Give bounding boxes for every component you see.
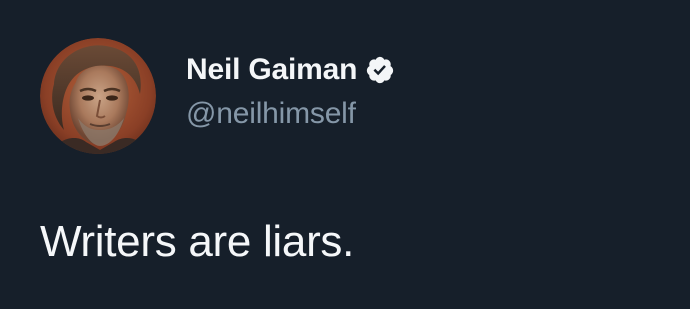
author-name-row: Neil Gaiman <box>186 50 395 90</box>
tweet-card: Neil Gaiman @neilhimself Writers are lia… <box>0 0 690 309</box>
tweet-text: Writers are liars. <box>40 217 355 266</box>
author-display-name[interactable]: Neil Gaiman <box>186 50 357 90</box>
verified-badge-icon <box>367 56 394 84</box>
author-avatar[interactable] <box>40 38 156 154</box>
author-handle[interactable]: @neilhimself <box>186 94 356 134</box>
portrait-image <box>40 38 156 154</box>
